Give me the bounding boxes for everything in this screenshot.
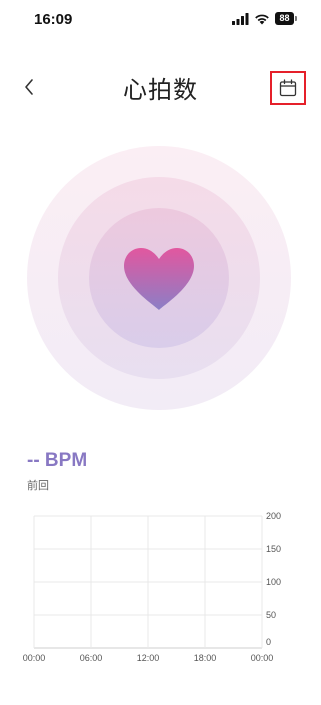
heart-rate-indicator: [27, 146, 291, 410]
status-icons: 88: [232, 12, 297, 25]
wifi-icon: [255, 14, 269, 24]
battery-icon: 88: [275, 12, 297, 25]
heart-rate-chart: 200 150 100 50 0 00:00 06:00 12:00 18:00 00:00: [23, 511, 281, 663]
y-tick-label: 150: [266, 544, 281, 554]
y-tick-label: 0: [266, 637, 271, 647]
x-tick-label: 06:00: [80, 653, 103, 663]
x-tick-label: 00:00: [23, 653, 46, 663]
x-tick-label: 00:00: [251, 653, 274, 663]
signal-icon: [232, 12, 249, 25]
status-time: 16:09: [34, 11, 73, 28]
battery-level: 88: [275, 12, 294, 25]
status-bar: 16:09 88: [0, 0, 321, 44]
calendar-icon: [279, 79, 297, 97]
calendar-button[interactable]: [270, 71, 306, 105]
x-tick-label: 12:00: [137, 653, 160, 663]
header: 心拍数: [0, 60, 321, 116]
x-tick-label: 18:00: [194, 653, 217, 663]
heart-icon: [124, 248, 194, 310]
y-tick-label: 50: [266, 610, 276, 620]
y-tick-label: 100: [266, 577, 281, 587]
bpm-value: -- BPM: [27, 450, 88, 471]
bpm-sublabel: 前回: [27, 479, 49, 492]
y-tick-label: 200: [266, 511, 281, 521]
